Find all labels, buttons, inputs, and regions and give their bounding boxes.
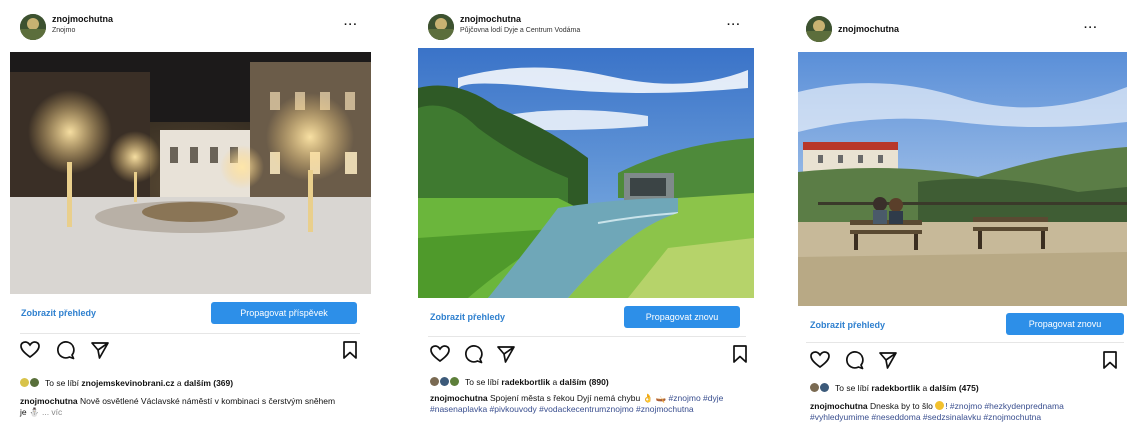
- location[interactable]: Půjčovna lodí Dyje a Centrum Vodáma: [460, 27, 580, 34]
- caption: znojmochutna Nově osvětlené Václavské ná…: [20, 396, 340, 418]
- emoji-icon: ⛄: [29, 407, 40, 417]
- share-icon[interactable]: [90, 340, 110, 360]
- bookmark-icon[interactable]: [340, 340, 360, 360]
- liker-avatar: [30, 378, 39, 387]
- post-image[interactable]: [10, 52, 371, 294]
- avatar[interactable]: [806, 16, 832, 42]
- caption-username[interactable]: znojmochutna: [810, 401, 868, 411]
- divider: [806, 342, 1124, 343]
- likes-summary[interactable]: To se líbí radekbortlik a dalším (475): [810, 383, 979, 393]
- likes-count[interactable]: dalším (475): [930, 383, 979, 393]
- username[interactable]: znojmochutna: [838, 24, 899, 34]
- promote-again-button[interactable]: Propagovat znovu: [624, 306, 740, 328]
- caption-username[interactable]: znojmochutna: [430, 393, 488, 403]
- caption-more[interactable]: ... víc: [42, 407, 62, 417]
- caption: znojmochutna Dneska by to šlo ! #znojmo …: [810, 401, 1110, 438]
- heart-icon[interactable]: [810, 350, 830, 370]
- action-icons: [810, 350, 1122, 372]
- more-options-icon[interactable]: ···: [1084, 22, 1098, 34]
- share-icon[interactable]: [496, 344, 516, 364]
- caption-username[interactable]: znojmochutna: [20, 396, 78, 406]
- divider: [428, 336, 746, 337]
- post-card: znojmochutna Znojmo ··· Zobrazit přehled…: [0, 0, 375, 438]
- username[interactable]: znojmochutna: [52, 14, 113, 24]
- comment-icon[interactable]: [844, 350, 864, 370]
- post-card: znojmochutna Půjčovna lodí Dyje a Centru…: [410, 0, 765, 438]
- emoji-icon: 🛶: [655, 393, 667, 403]
- liker-username[interactable]: radekbortlik: [501, 377, 550, 387]
- likes-count[interactable]: dalším (890): [560, 377, 609, 387]
- liker-username[interactable]: radekbortlik: [871, 383, 920, 393]
- likes-connector: a: [176, 378, 182, 388]
- likes-summary[interactable]: To se líbí znojemskevinobrani.cz a další…: [20, 378, 233, 388]
- emoji-icon: 👌: [642, 393, 654, 403]
- post-image[interactable]: [418, 48, 754, 298]
- liker-avatar: [430, 377, 439, 386]
- bookmark-icon[interactable]: [1100, 350, 1120, 370]
- view-insights-link[interactable]: Zobrazit přehledy: [810, 320, 885, 330]
- share-icon[interactable]: [878, 350, 898, 370]
- action-icons: [430, 344, 750, 366]
- avatar[interactable]: [428, 14, 454, 40]
- liker-avatar: [20, 378, 29, 387]
- heart-icon[interactable]: [20, 340, 40, 360]
- divider: [20, 333, 360, 334]
- avatar[interactable]: [20, 14, 46, 40]
- caption: znojmochutna Spojení města s řekou Dyjí …: [430, 393, 748, 415]
- liker-avatar: [450, 377, 459, 386]
- liker-avatar: [820, 383, 829, 392]
- post-image[interactable]: [798, 52, 1127, 306]
- promote-again-button[interactable]: Propagovat znovu: [1006, 313, 1124, 335]
- promote-post-button[interactable]: Propagovat příspěvek: [211, 302, 357, 324]
- likes-prefix: To se líbí: [835, 383, 870, 393]
- post-header: znojmochutna Půjčovna lodí Dyje a Centru…: [410, 0, 765, 44]
- caption-text: Dneska by to šlo: [869, 401, 933, 411]
- view-insights-link[interactable]: Zobrazit přehledy: [430, 312, 505, 322]
- liker-username[interactable]: znojemskevinobrani.cz: [81, 378, 174, 388]
- likes-summary[interactable]: To se líbí radekbortlik a dalším (890): [430, 377, 609, 387]
- view-insights-link[interactable]: Zobrazit přehledy: [21, 308, 96, 318]
- liker-avatar: [810, 383, 819, 392]
- heart-icon[interactable]: [430, 344, 450, 364]
- comment-icon[interactable]: [55, 340, 75, 360]
- comment-icon[interactable]: [463, 344, 483, 364]
- more-options-icon[interactable]: ···: [344, 19, 358, 31]
- likes-connector: a: [552, 377, 558, 387]
- caption-text: Spojení města s řekou Dyjí nemá chybu: [489, 393, 641, 403]
- more-options-icon[interactable]: ···: [727, 19, 741, 31]
- post-header: znojmochutna Znojmo ···: [0, 0, 375, 44]
- likes-count[interactable]: dalším (369): [184, 378, 233, 388]
- likes-connector: a: [922, 383, 928, 393]
- sun-emoji-icon: [935, 401, 945, 410]
- liker-avatar: [440, 377, 449, 386]
- bookmark-icon[interactable]: [730, 344, 750, 364]
- post-card: znojmochutna ··· Zobrazit přehledy Propa: [790, 0, 1127, 438]
- username[interactable]: znojmochutna: [460, 14, 521, 24]
- likes-prefix: To se líbí: [45, 378, 80, 388]
- likes-prefix: To se líbí: [465, 377, 500, 387]
- location[interactable]: Znojmo: [52, 27, 75, 34]
- action-icons: [20, 340, 360, 362]
- post-header: znojmochutna ···: [790, 0, 1127, 44]
